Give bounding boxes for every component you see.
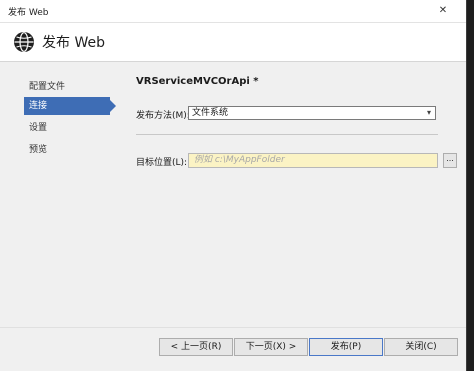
footer-divider [0,327,466,328]
nav-item-settings[interactable]: 设置 [24,119,110,137]
globe-icon [14,32,34,52]
publish-method-value: 文件系统 [192,108,229,118]
publish-web-dialog: 发布 Web ✕ 发布 Web 配置文件 连接 设置 预览 VRServiceM… [0,0,467,371]
active-indicator-arrow-icon [110,100,116,112]
nav-item-preview[interactable]: 预览 [24,141,110,159]
nav-item-label: 连接 [29,101,48,111]
section-divider [136,134,438,135]
page-title: 发布 Web [42,35,105,51]
nav-item-label: 设置 [29,123,48,133]
chevron-down-icon: ▾ [426,108,431,117]
nav-item-connection[interactable]: 连接 [24,97,116,115]
dialog-header: 发布 Web [0,23,466,62]
next-button[interactable]: 下一页(X) > [234,338,308,356]
nav-item-label: 预览 [29,145,48,155]
publish-method-label: 发布方法(M): [136,111,190,121]
target-location-placeholder: 例如 c:\MyAppFolder [194,155,285,165]
window-title: 发布 Web [8,8,49,18]
close-window-button[interactable]: ✕ [428,0,458,22]
browse-button[interactable]: ... [443,153,457,168]
title-bar: 发布 Web ✕ [0,0,466,23]
target-location-input[interactable]: 例如 c:\MyAppFolder [188,153,438,168]
nav-item-profile[interactable]: 配置文件 [24,78,110,96]
nav-item-label: 配置文件 [29,82,66,92]
target-location-label: 目标位置(L): [136,158,188,168]
prev-button[interactable]: < 上一页(R) [159,338,233,356]
profile-name: VRServiceMVCOrApi * [136,76,259,87]
publish-method-select[interactable]: 文件系统 ▾ [188,106,436,120]
publish-button[interactable]: 发布(P) [309,338,383,356]
help-button[interactable] [398,0,428,22]
close-button[interactable]: 关闭(C) [384,338,458,356]
